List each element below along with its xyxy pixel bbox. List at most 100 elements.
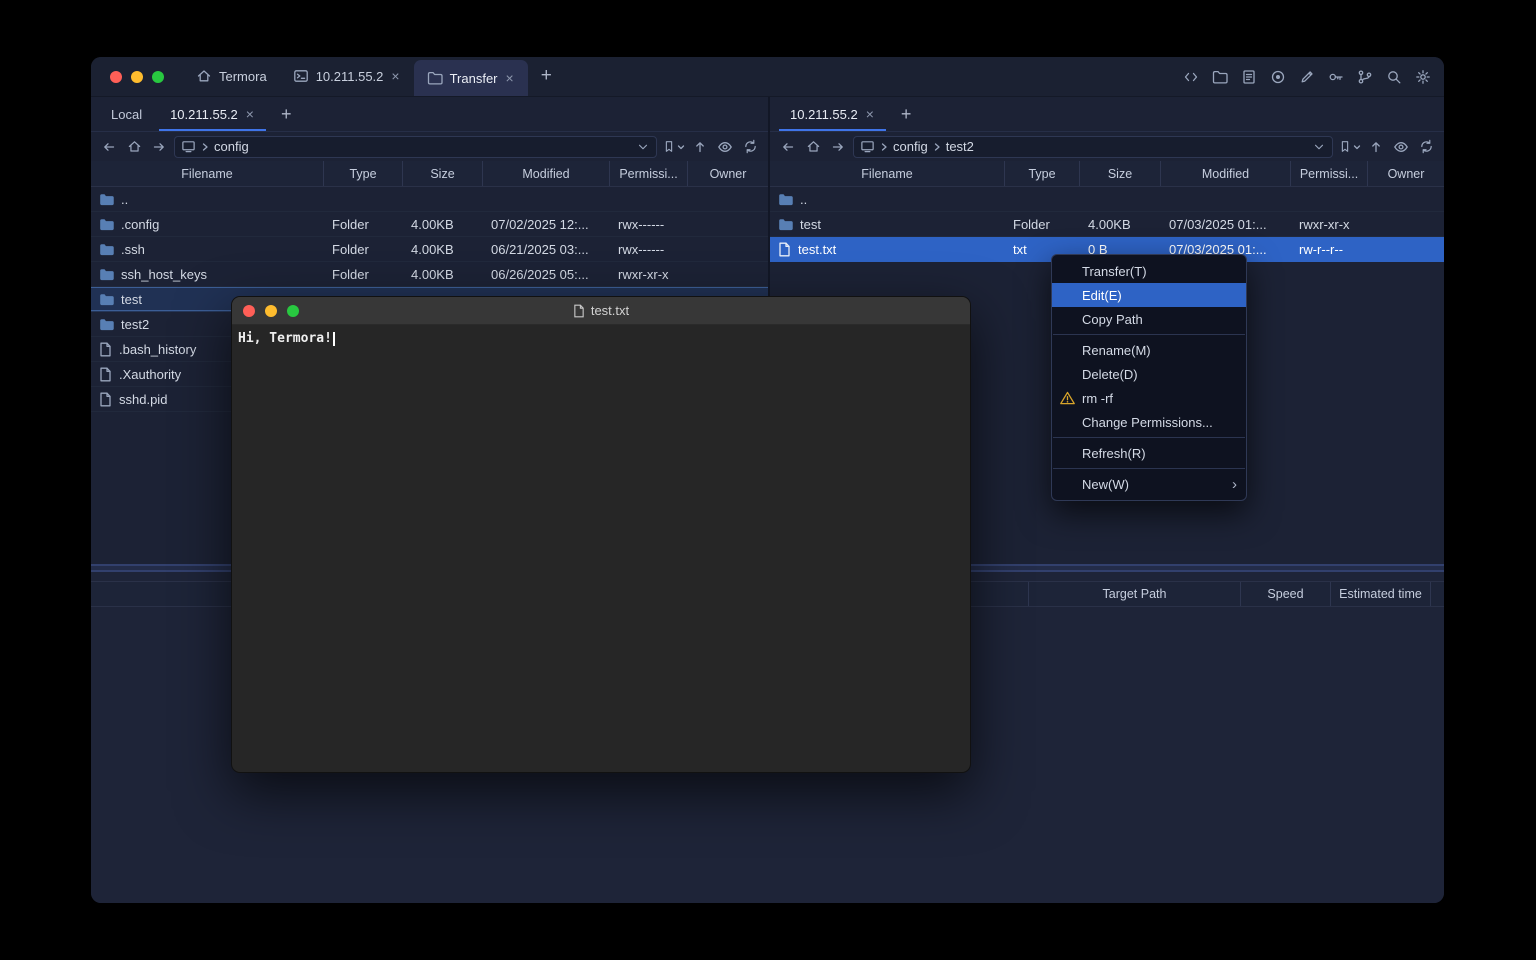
new-tab-button[interactable]: +	[528, 57, 565, 96]
chevron-down-icon[interactable]	[636, 140, 650, 154]
editor-content[interactable]: Hi, Termora!	[232, 325, 970, 352]
file-name-cell: .config	[91, 212, 324, 236]
key-icon[interactable]	[1327, 68, 1345, 86]
code-icon[interactable]	[1182, 68, 1200, 86]
file-row[interactable]: ssh_host_keys Folder 4.00KB 06/26/2025 0…	[91, 262, 768, 287]
column-header-permissions[interactable]: Permissi...	[1291, 161, 1368, 186]
file-name: .bash_history	[119, 342, 196, 357]
desktop: Termora 10.211.55.2 × Transfer × +	[0, 0, 1536, 960]
menu-item-label: New(W)	[1082, 477, 1129, 492]
left-panel-toolbar: config	[91, 132, 768, 161]
branch-icon[interactable]	[1356, 68, 1374, 86]
new-panel-tab-button[interactable]: +	[269, 97, 304, 131]
menu-item-rename[interactable]: Rename(M)	[1052, 338, 1246, 362]
close-tab-icon[interactable]: ×	[505, 69, 515, 87]
menu-item-delete[interactable]: Delete(D)	[1052, 362, 1246, 386]
file-type: Folder	[324, 237, 403, 261]
file-row[interactable]: test Folder 4.00KB 07/03/2025 01:... rwx…	[770, 212, 1444, 237]
tab-remote-host[interactable]: 10.211.55.2 ×	[156, 97, 269, 131]
file-name-cell: ..	[91, 187, 324, 211]
menu-item-edit[interactable]: Edit(E)	[1052, 283, 1246, 307]
bookmark-button[interactable]	[662, 139, 685, 154]
path-bar[interactable]: config test2	[853, 136, 1333, 158]
edit-pencil-icon[interactable]	[1298, 68, 1316, 86]
refresh-button[interactable]	[1416, 137, 1436, 157]
tab-terminal-host[interactable]: 10.211.55.2 ×	[280, 57, 414, 96]
titlebar-actions	[1182, 57, 1432, 97]
menu-item-change-permissions[interactable]: Change Permissions...	[1052, 410, 1246, 434]
file-row[interactable]: .config Folder 4.00KB 07/02/2025 12:... …	[91, 212, 768, 237]
menu-separator	[1053, 468, 1245, 469]
back-button[interactable]	[778, 137, 798, 157]
tab-termora-home[interactable]: Termora	[183, 57, 280, 96]
menu-item-transfer[interactable]: Transfer(T)	[1052, 259, 1246, 283]
column-header-owner[interactable]: Owner	[1368, 161, 1444, 186]
column-header-modified[interactable]: Modified	[483, 161, 610, 186]
show-hidden-eye-button[interactable]	[715, 137, 735, 157]
column-header-filename[interactable]: Filename	[770, 161, 1005, 186]
column-header-permissions[interactable]: Permissi...	[610, 161, 688, 186]
file-size: 4.00KB	[403, 212, 483, 236]
editor-titlebar[interactable]: test.txt	[232, 297, 970, 325]
context-menu: Transfer(T) Edit(E) Copy Path Rename(M) …	[1051, 254, 1247, 501]
log-document-icon[interactable]	[1240, 68, 1258, 86]
folder-icon	[99, 243, 114, 256]
parent-directory-button[interactable]	[1366, 137, 1386, 157]
file-row[interactable]: ..	[770, 187, 1444, 212]
bookmark-button[interactable]	[1338, 139, 1361, 154]
forward-button[interactable]	[828, 137, 848, 157]
back-button[interactable]	[99, 137, 119, 157]
column-header-size[interactable]: Size	[1080, 161, 1161, 186]
column-header-owner[interactable]: Owner	[688, 161, 768, 186]
refresh-button[interactable]	[740, 137, 760, 157]
file-name: .config	[121, 217, 159, 232]
home-button[interactable]	[124, 137, 144, 157]
column-header-modified[interactable]: Modified	[1161, 161, 1291, 186]
new-panel-tab-button[interactable]: +	[889, 97, 924, 131]
path-segment[interactable]: test2	[946, 139, 974, 154]
home-button[interactable]	[803, 137, 823, 157]
folder-icon[interactable]	[1211, 68, 1229, 86]
column-header-filename[interactable]: Filename	[91, 161, 324, 186]
settings-gear-icon[interactable]	[1414, 68, 1432, 86]
file-name: test	[121, 292, 142, 307]
close-window-button[interactable]	[110, 71, 122, 83]
menu-item-rm-rf[interactable]: rm -rf	[1052, 386, 1246, 410]
column-header-estimated-time[interactable]: Estimated time	[1330, 582, 1430, 606]
chevron-down-icon[interactable]	[1312, 140, 1326, 154]
path-bar[interactable]: config	[174, 136, 657, 158]
menu-item-new[interactable]: New(W) ›	[1052, 472, 1246, 496]
column-header-speed[interactable]: Speed	[1240, 582, 1330, 606]
tab-remote-host[interactable]: 10.211.55.2 ×	[776, 97, 889, 131]
close-tab-icon[interactable]: ×	[865, 105, 875, 123]
file-row[interactable]: .ssh Folder 4.00KB 06/21/2025 03:... rwx…	[91, 237, 768, 262]
search-icon[interactable]	[1385, 68, 1403, 86]
minimize-window-button[interactable]	[131, 71, 143, 83]
close-tab-icon[interactable]: ×	[245, 105, 255, 123]
menu-separator	[1053, 437, 1245, 438]
termora-window: Termora 10.211.55.2 × Transfer × +	[91, 57, 1444, 903]
forward-button[interactable]	[149, 137, 169, 157]
file-row[interactable]: ..	[91, 187, 768, 212]
menu-item-copy-path[interactable]: Copy Path	[1052, 307, 1246, 331]
column-header-type[interactable]: Type	[324, 161, 403, 186]
column-header-type[interactable]: Type	[1005, 161, 1080, 186]
path-segment[interactable]: config	[893, 139, 928, 154]
show-hidden-eye-button[interactable]	[1391, 137, 1411, 157]
editor-text: Hi, Termora!	[238, 331, 332, 346]
menu-item-label: rm -rf	[1082, 391, 1113, 406]
record-icon[interactable]	[1269, 68, 1287, 86]
folder-icon	[427, 71, 443, 85]
column-header-size[interactable]: Size	[403, 161, 483, 186]
file-modified: 06/26/2025 05:...	[483, 262, 610, 286]
file-name-cell: ssh_host_keys	[91, 262, 324, 286]
tab-label: Termora	[219, 69, 267, 84]
column-header-target-path[interactable]: Target Path	[1028, 582, 1240, 606]
zoom-window-button[interactable]	[152, 71, 164, 83]
tab-local[interactable]: Local	[97, 97, 156, 131]
path-segment[interactable]: config	[214, 139, 249, 154]
close-tab-icon[interactable]: ×	[390, 67, 400, 85]
parent-directory-button[interactable]	[690, 137, 710, 157]
tab-transfer[interactable]: Transfer ×	[414, 60, 528, 96]
menu-item-refresh[interactable]: Refresh(R)	[1052, 441, 1246, 465]
